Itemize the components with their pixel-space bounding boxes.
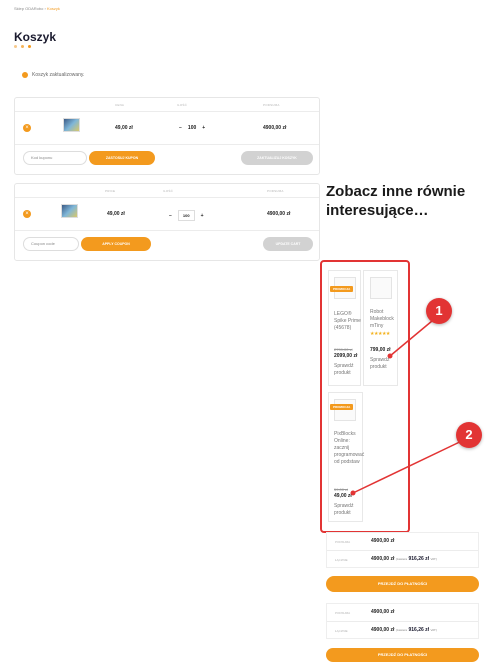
total-label: ŁĄCZNIE (335, 629, 348, 633)
cart-totals-2: PODSUMA 4900,00 zł ŁĄCZNIE 4900,00 zł (z… (326, 603, 479, 639)
annotation-callout-2: 2 (456, 422, 482, 448)
subtotal-label: PODSUMA (335, 540, 351, 544)
subtotal-label: PODSUMA (335, 611, 351, 615)
vat-suffix: VAT) (430, 557, 437, 561)
total-amount: 4900,00 zł (371, 556, 395, 562)
vat-suffix: VAT) (430, 628, 437, 632)
checkout-button[interactable]: PRZEJDŹ DO PŁATNOŚCI (326, 576, 479, 592)
annotation-arrow-1 (389, 315, 439, 357)
checkout-button[interactable]: PRZEJDŹ DO PŁATNOŚCI (326, 648, 479, 662)
vat-prefix: (zawiera (395, 628, 408, 632)
total-amount: 4900,00 zł (371, 627, 395, 633)
annotation-arrow-2 (352, 437, 469, 494)
vat-amount: 916,26 zł (408, 556, 430, 562)
annotation-arrow-2-tip (350, 490, 356, 496)
cart-totals-1: PODSUMA 4900,00 zł ŁĄCZNIE 4900,00 zł (z… (326, 532, 479, 568)
total-value: 4900,00 zł (zawiera 916,26 zł VAT) (371, 627, 437, 633)
total-label: ŁĄCZNIE (335, 558, 348, 562)
vat-amount: 916,26 zł (408, 627, 430, 633)
subtotal-value: 4900,00 zł (371, 538, 395, 544)
subtotal-value: 4900,00 zł (371, 609, 395, 615)
annotation-arrow-1-tip (387, 353, 393, 359)
annotation-callout-1: 1 (426, 298, 452, 324)
vat-prefix: (zawiera (395, 557, 408, 561)
total-value: 4900,00 zł (zawiera 916,26 zł VAT) (371, 556, 437, 562)
